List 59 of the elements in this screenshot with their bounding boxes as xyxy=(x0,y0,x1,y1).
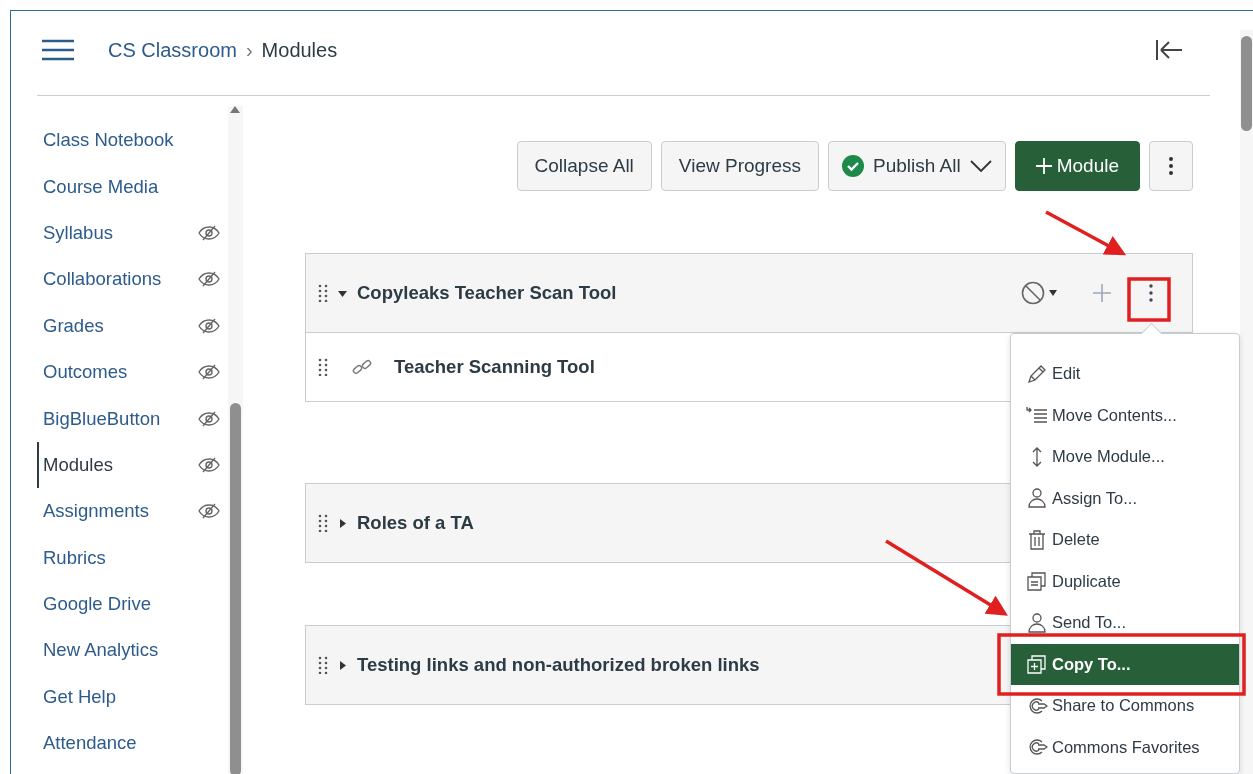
check-circle-icon xyxy=(842,155,864,177)
person-icon xyxy=(1026,611,1048,634)
caret-icon[interactable] xyxy=(338,660,347,670)
chevron-down-icon xyxy=(969,160,992,172)
sidebar-item[interactable]: Course Media xyxy=(37,163,228,210)
module-item-title[interactable]: Teacher Scanning Tool xyxy=(394,356,595,378)
sidebar-item[interactable]: Attendance xyxy=(37,720,228,767)
menu-item[interactable]: Move Contents... xyxy=(1011,394,1239,436)
link-icon xyxy=(352,357,372,377)
scroll-up-arrow-icon[interactable] xyxy=(230,106,240,113)
view-progress-button[interactable]: View Progress xyxy=(660,141,819,191)
person-icon xyxy=(1026,487,1048,510)
more-options-icon[interactable] xyxy=(1149,284,1153,302)
trash-icon xyxy=(1026,528,1048,551)
drag-handle-icon[interactable] xyxy=(318,514,328,532)
copy-plus-icon xyxy=(1026,653,1048,676)
menu-item[interactable]: Move Module... xyxy=(1011,436,1239,478)
sidebar-item[interactable]: Outcomes xyxy=(37,348,228,396)
drag-handle-icon[interactable] xyxy=(318,358,328,376)
caret-icon[interactable] xyxy=(338,518,347,528)
menu-item[interactable]: Duplicate xyxy=(1011,560,1239,602)
sidebar-item[interactable]: New Analytics xyxy=(37,627,228,674)
menu-item[interactable]: Commons Favorites xyxy=(1011,726,1239,768)
highlight-frame xyxy=(1127,277,1171,322)
menu-item[interactable]: Share to Commons xyxy=(1011,685,1239,727)
menu-icon[interactable] xyxy=(42,39,74,61)
sidebar-item[interactable]: Google Drive xyxy=(37,580,228,628)
duplicate-icon xyxy=(1026,570,1048,593)
collapse-all-button[interactable]: Collapse All xyxy=(516,141,652,191)
sidebar-item[interactable]: Rubrics xyxy=(37,534,228,581)
sidebar-item[interactable]: Collaborations xyxy=(37,256,228,303)
drag-handle-icon[interactable] xyxy=(318,284,328,302)
sidebar-item[interactable]: Grades xyxy=(37,302,228,349)
unpublished-icon[interactable] xyxy=(1021,281,1057,305)
add-module-button[interactable]: Module xyxy=(1014,141,1140,191)
menu-item[interactable]: Send To... xyxy=(1011,602,1239,644)
menu-item[interactable]: Assign To... xyxy=(1011,477,1239,519)
more-options-icon xyxy=(1169,157,1173,175)
module-title[interactable]: Roles of a TA xyxy=(357,512,474,534)
breadcrumb-separator: › xyxy=(245,38,253,62)
collapse-icon[interactable] xyxy=(1155,39,1183,61)
menu-item[interactable]: Delete xyxy=(1011,519,1239,561)
breadcrumb-current: Modules xyxy=(261,38,339,62)
breadcrumb-link[interactable]: CS Classroom xyxy=(108,38,237,62)
menu-item[interactable]: Copy To... xyxy=(1011,643,1239,685)
sidebar-item[interactable]: Assignments xyxy=(37,488,228,535)
sidebar-item[interactable]: Class Notebook xyxy=(37,117,228,164)
sidebar-item[interactable]: BigBlueButton xyxy=(37,395,228,442)
page-scrollbar[interactable] xyxy=(1240,30,1253,774)
caret-icon[interactable] xyxy=(338,288,347,298)
drag-handle-icon[interactable] xyxy=(318,656,328,674)
module-title[interactable]: Copyleaks Teacher Scan Tool xyxy=(357,282,617,304)
sidebar-item[interactable]: Get Help xyxy=(37,673,228,721)
sidebar-item[interactable]: Syllabus xyxy=(37,209,228,257)
module-title[interactable]: Testing links and non-authorized broken links xyxy=(357,654,760,676)
sidebar-scrollbar[interactable] xyxy=(228,106,243,774)
menu-item[interactable]: Edit xyxy=(1011,353,1239,395)
plus-icon xyxy=(1035,158,1052,174)
publish-all-button[interactable]: Publish All xyxy=(828,141,1006,191)
